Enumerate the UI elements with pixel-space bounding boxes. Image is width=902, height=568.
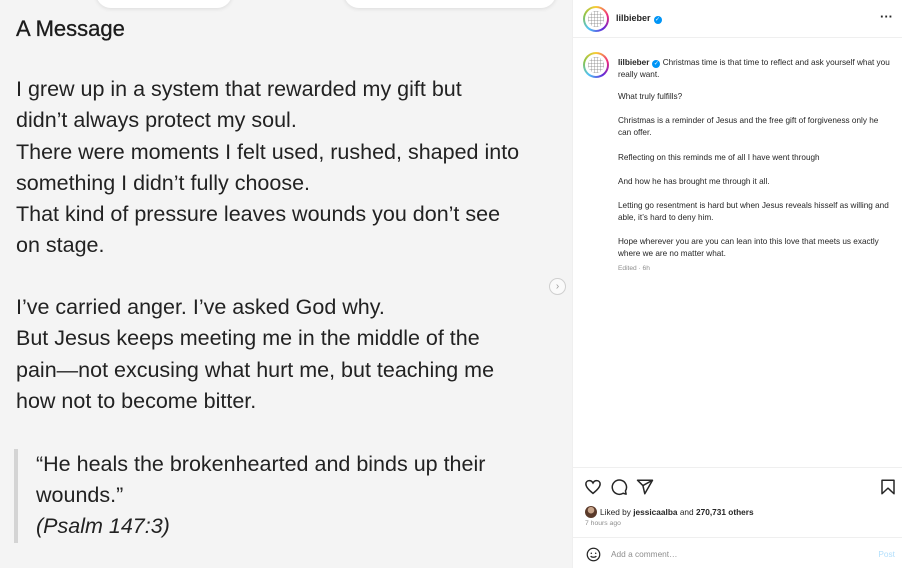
- post-header: lilbieber ✓ ···: [573, 0, 902, 38]
- edited-timestamp: Edited · 6h: [618, 265, 650, 272]
- media-paragraph-1: I grew up in a system that rewarded my g…: [16, 74, 572, 262]
- liker-username[interactable]: jessicaalba: [633, 507, 677, 517]
- header-username[interactable]: lilbieber ✓: [616, 13, 662, 24]
- comment-icon[interactable]: [610, 478, 628, 496]
- media-line: I’ve carried anger. I’ve asked God why.: [16, 295, 385, 319]
- media-line: on stage.: [16, 233, 105, 258]
- heart-icon[interactable]: [584, 478, 602, 496]
- scripture-quote: “He heals the brokenhearted and binds up…: [14, 449, 554, 543]
- quote-line: “He heals the brokenhearted and binds up…: [36, 452, 486, 476]
- caption-line: Hope wherever you are you can lean into …: [618, 237, 879, 259]
- caption-line: What truly fulfills?: [618, 92, 683, 101]
- media-line: That kind of pressure leaves wounds you …: [16, 202, 501, 227]
- action-bar: Liked by jessicaalba and 270,731 others …: [573, 467, 902, 537]
- likes-summary: Liked by jessicaalba and 270,731 others: [585, 506, 754, 518]
- likes-middle: and: [677, 507, 696, 517]
- comment-bar: Post: [573, 537, 902, 568]
- quote-citation: (Psalm 147:3): [36, 514, 170, 538]
- post-time-ago[interactable]: 7 hours ago: [585, 520, 621, 527]
- comment-input[interactable]: [611, 547, 841, 561]
- post-comment-button[interactable]: Post: [878, 549, 895, 559]
- caption-area: lilbieber ✓ Christmas time is that time t…: [573, 39, 902, 467]
- caption-line: And how he has brought me through it all…: [618, 176, 770, 186]
- caption-line: Christmas is a reminder of Jesus and the…: [618, 116, 879, 138]
- more-options-icon[interactable]: ···: [880, 9, 893, 24]
- media-paragraph-2: I’ve carried anger. I’ve asked God why. …: [16, 292, 572, 417]
- emoji-icon[interactable]: [586, 547, 601, 562]
- media-line: something I didn’t fully choose.: [16, 170, 310, 195]
- caption-text: lilbieber ✓ Christmas time is that time t…: [618, 57, 890, 273]
- caption-line: lilbieber ✓ Christmas time is that time t…: [618, 57, 890, 81]
- share-icon[interactable]: [636, 478, 654, 496]
- top-pill-left: [96, 0, 232, 8]
- likes-count[interactable]: 270,731 others: [696, 507, 754, 517]
- quote-line: wounds.”: [36, 483, 124, 507]
- caption-avatar[interactable]: [583, 52, 609, 78]
- bookmark-icon[interactable]: [879, 478, 897, 496]
- username-text[interactable]: lilbieber: [616, 13, 651, 23]
- liker-avatar[interactable]: [585, 506, 597, 518]
- caption-username[interactable]: lilbieber: [618, 58, 649, 67]
- media-title: A Message: [16, 16, 125, 41]
- media-line: how not to become bitter.: [16, 388, 257, 413]
- next-slide-button[interactable]: ›: [549, 278, 566, 295]
- media-line: pain—not excusing what hurt me, but teac…: [16, 357, 495, 382]
- top-pill-right: [344, 0, 556, 8]
- avatar[interactable]: [583, 6, 609, 32]
- post-details-panel: lilbieber ✓ ··· lilbieber ✓ Christmas time…: [572, 0, 902, 568]
- caption-line: Reflecting on this reminds me of all I h…: [618, 152, 820, 162]
- verified-badge-icon: ✓: [653, 16, 662, 24]
- media-line: But Jesus keeps meeting me in the middle…: [16, 326, 480, 351]
- media-line: I grew up in a system that rewarded my g…: [16, 77, 462, 101]
- media-line: didn’t always protect my soul.: [16, 108, 297, 133]
- caption-line: Letting go resentment is hard but when J…: [618, 201, 889, 223]
- likes-prefix: Liked by: [600, 507, 634, 517]
- post-media: A Message I grew up in a system that rew…: [0, 0, 572, 568]
- media-line: There were moments I felt used, rushed, …: [16, 139, 520, 164]
- verified-badge-icon: ✓: [652, 60, 661, 68]
